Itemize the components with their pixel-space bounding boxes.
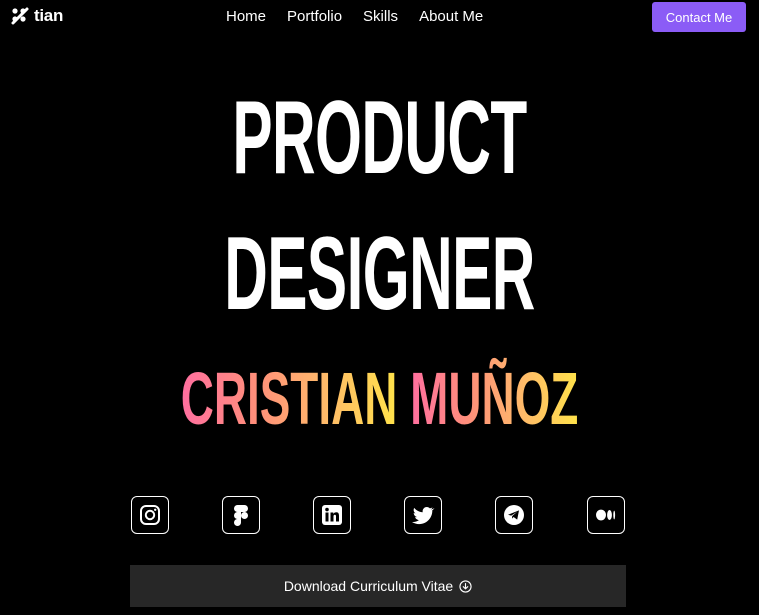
medium-icon: [596, 509, 616, 521]
twitter-icon: [412, 507, 435, 525]
nav-item-skills[interactable]: Skills: [363, 8, 398, 25]
download-cv-button[interactable]: Download Curriculum Vitae: [130, 565, 626, 607]
main-menu: Home Portfolio Skills About Me: [226, 8, 483, 25]
telegram-icon: [504, 505, 524, 525]
download-cv-label: Download Curriculum Vitae: [283, 578, 454, 594]
download-icon: [459, 579, 472, 593]
instagram-link[interactable]: [131, 496, 169, 534]
medium-link[interactable]: [587, 496, 625, 534]
headline-designer: DESIGNER: [224, 216, 535, 332]
logo-text: tian: [34, 6, 64, 25]
name-first: CRISTIAN: [180, 357, 398, 440]
logo-mark-icon: [11, 7, 29, 25]
logo[interactable]: tian: [10, 6, 63, 26]
telegram-link[interactable]: [495, 496, 533, 534]
nav-item-about-me[interactable]: About Me: [419, 8, 483, 25]
figma-link[interactable]: [222, 496, 260, 534]
navbar: tian Home Portfolio Skills About Me Cont…: [0, 0, 759, 34]
twitter-link[interactable]: [404, 496, 442, 534]
nav-item-portfolio[interactable]: Portfolio: [287, 8, 342, 25]
figma-icon: [234, 505, 248, 526]
social-links: [0, 496, 759, 536]
name-last: MUÑOZ: [410, 357, 579, 440]
instagram-icon: [140, 505, 160, 525]
linkedin-icon: [322, 505, 342, 525]
contact-button[interactable]: Contact Me: [652, 2, 746, 32]
designer-name: CRISTIAN MUÑOZ: [144, 362, 615, 436]
nav-item-home[interactable]: Home: [226, 8, 266, 25]
headline-product: PRODUCT: [232, 80, 527, 196]
linkedin-link[interactable]: [313, 496, 351, 534]
